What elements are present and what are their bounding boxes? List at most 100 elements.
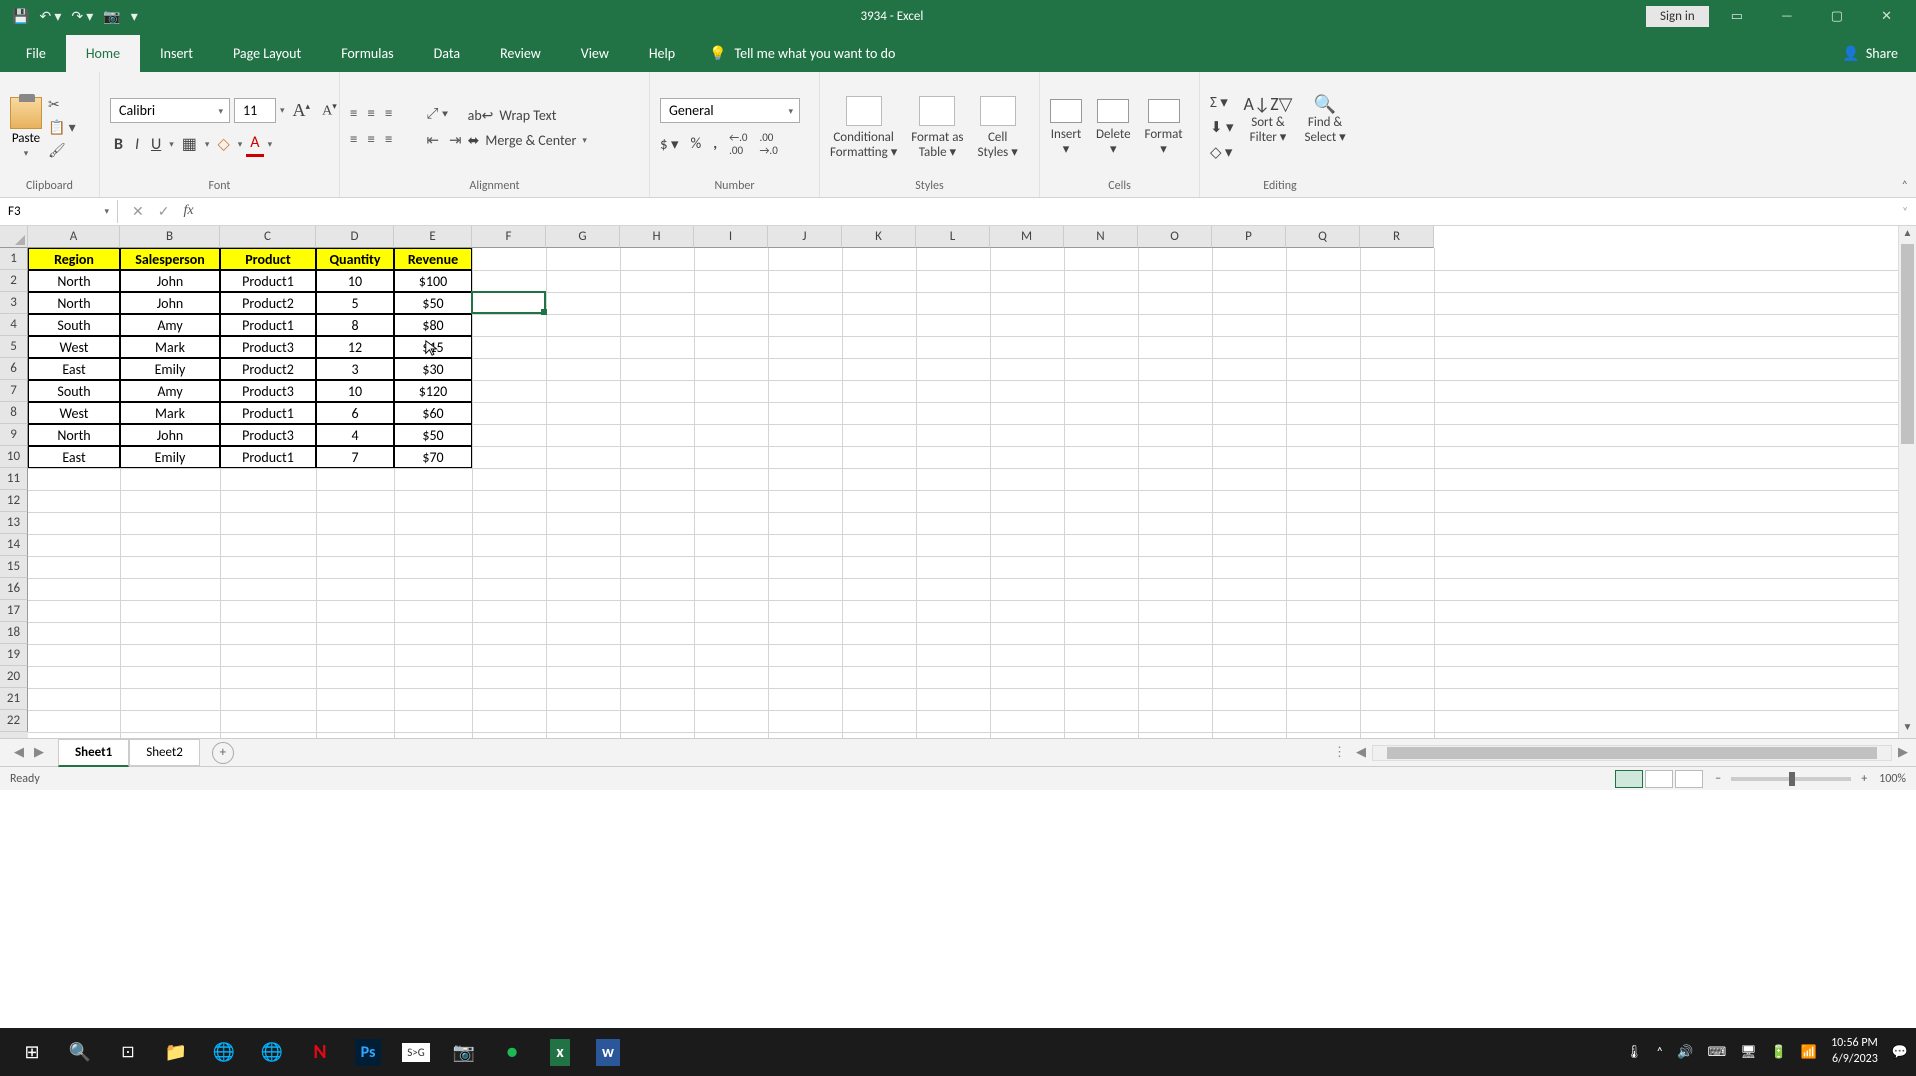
data-cell[interactable]: 3: [316, 358, 394, 380]
search-icon[interactable]: 🔍: [56, 1028, 104, 1076]
tab-home[interactable]: Home: [66, 35, 140, 72]
insert-function-icon[interactable]: fx: [183, 203, 193, 220]
row-header-12[interactable]: 12: [0, 490, 28, 512]
data-cell[interactable]: 10: [316, 270, 394, 292]
battery-tray-icon[interactable]: 🔋: [1771, 1045, 1787, 1060]
data-cell[interactable]: $50: [394, 292, 472, 314]
chrome-icon-2[interactable]: 🌐: [248, 1028, 296, 1076]
row-header-10[interactable]: 10: [0, 446, 28, 468]
font-size-dropdown-icon[interactable]: ▾: [280, 105, 285, 116]
font-size-combo[interactable]: 11: [234, 98, 276, 123]
weather-tray-icon[interactable]: 🌡: [1626, 1045, 1643, 1060]
wrap-text-button[interactable]: ab↩Wrap Text: [468, 107, 587, 124]
header-cell[interactable]: Quantity: [316, 248, 394, 270]
column-header-Q[interactable]: Q: [1286, 226, 1360, 248]
data-cell[interactable]: North: [28, 292, 120, 314]
column-header-G[interactable]: G: [546, 226, 620, 248]
data-cell[interactable]: $60: [394, 402, 472, 424]
column-header-R[interactable]: R: [1360, 226, 1434, 248]
increase-decimal-icon[interactable]: ←.0.00: [729, 131, 747, 157]
row-header-4[interactable]: 4: [0, 314, 28, 336]
header-cell[interactable]: Region: [28, 248, 120, 270]
volume-tray-icon[interactable]: 🔊: [1677, 1045, 1693, 1060]
data-cell[interactable]: Product2: [220, 358, 316, 380]
language-tray-icon[interactable]: ⌨: [1707, 1045, 1726, 1060]
zoom-slider[interactable]: [1731, 777, 1851, 781]
undo-icon[interactable]: ↶ ▾: [39, 8, 61, 25]
name-box-dropdown-icon[interactable]: ▾: [104, 206, 109, 217]
data-cell[interactable]: John: [120, 424, 220, 446]
data-cell[interactable]: $100: [394, 270, 472, 292]
redo-icon[interactable]: ↷ ▾: [71, 8, 93, 25]
scroll-right-icon[interactable]: ▶: [1898, 745, 1908, 760]
font-color-icon[interactable]: A: [246, 131, 263, 157]
data-cell[interactable]: Emily: [120, 446, 220, 468]
fill-color-icon[interactable]: ◇: [213, 132, 233, 156]
spotify-icon[interactable]: ●: [488, 1028, 536, 1076]
tab-file[interactable]: File: [6, 35, 66, 72]
find-select-button[interactable]: 🔍 Find & Select ▾: [1304, 93, 1345, 162]
data-cell[interactable]: $120: [394, 380, 472, 402]
cut-icon[interactable]: ✂: [48, 96, 76, 113]
column-header-C[interactable]: C: [220, 226, 316, 248]
increase-font-icon[interactable]: A▴: [289, 98, 315, 123]
data-cell[interactable]: Product1: [220, 446, 316, 468]
horizontal-scrollbar[interactable]: [1372, 745, 1892, 761]
data-cell[interactable]: Emily: [120, 358, 220, 380]
zoom-out-icon[interactable]: −: [1715, 772, 1721, 786]
tab-formulas[interactable]: Formulas: [321, 35, 413, 72]
column-header-M[interactable]: M: [990, 226, 1064, 248]
align-bottom-icon[interactable]: ≡: [385, 105, 392, 123]
align-top-icon[interactable]: ≡: [350, 105, 357, 123]
row-header-1[interactable]: 1: [0, 248, 28, 270]
data-cell[interactable]: South: [28, 380, 120, 402]
data-cell[interactable]: John: [120, 292, 220, 314]
copy-icon[interactable]: 📋 ▾: [48, 119, 76, 136]
scroll-left-icon[interactable]: ◀: [1356, 745, 1366, 760]
insert-cells-button[interactable]: Insert▾: [1050, 99, 1082, 157]
cell-styles-button[interactable]: Cell Styles ▾: [978, 96, 1018, 160]
tab-data[interactable]: Data: [414, 35, 480, 72]
font-name-combo[interactable]: Calibri▾: [110, 98, 230, 123]
chrome-icon[interactable]: 🌐: [200, 1028, 248, 1076]
photoshop-icon[interactable]: Ps: [344, 1028, 392, 1076]
cells-area[interactable]: RegionSalespersonProductQuantityRevenueN…: [28, 248, 1898, 738]
merge-center-button[interactable]: ⬌Merge & Center ▾: [468, 132, 587, 149]
page-layout-view-icon[interactable]: [1645, 770, 1673, 788]
tray-overflow-icon[interactable]: ˄: [1656, 1045, 1663, 1060]
action-center-icon[interactable]: 💬: [1892, 1045, 1908, 1060]
underline-button[interactable]: U: [147, 133, 165, 156]
row-header-14[interactable]: 14: [0, 534, 28, 556]
tray-clock[interactable]: 10:56 PM 6/9/2023: [1831, 1036, 1878, 1067]
minimize-icon[interactable]: —: [1765, 3, 1809, 30]
expand-formula-bar-icon[interactable]: ˅: [1894, 205, 1916, 218]
row-header-9[interactable]: 9: [0, 424, 28, 446]
wifi-tray-icon[interactable]: 📶: [1801, 1045, 1817, 1060]
row-header-21[interactable]: 21: [0, 688, 28, 710]
autosum-icon[interactable]: Σ ▾: [1210, 93, 1234, 112]
sheet-tab-1[interactable]: Sheet1: [58, 739, 129, 767]
data-cell[interactable]: John: [120, 270, 220, 292]
task-view-icon[interactable]: ⊡: [104, 1028, 152, 1076]
column-header-O[interactable]: O: [1138, 226, 1212, 248]
row-header-7[interactable]: 7: [0, 380, 28, 402]
data-cell[interactable]: North: [28, 270, 120, 292]
maximize-icon[interactable]: ▢: [1815, 3, 1859, 30]
screen-to-gif-icon[interactable]: S>G: [392, 1028, 440, 1076]
data-cell[interactable]: South: [28, 314, 120, 336]
data-cell[interactable]: Product2: [220, 292, 316, 314]
row-header-17[interactable]: 17: [0, 600, 28, 622]
row-header-13[interactable]: 13: [0, 512, 28, 534]
row-header-16[interactable]: 16: [0, 578, 28, 600]
comma-format-icon[interactable]: ,: [713, 135, 717, 153]
delete-cells-button[interactable]: Delete▾: [1096, 99, 1131, 157]
borders-icon[interactable]: ▦: [178, 132, 201, 156]
scroll-up-icon[interactable]: ▲: [1899, 226, 1916, 244]
sheet-nav-next-icon[interactable]: ▶: [34, 745, 44, 760]
file-explorer-icon[interactable]: 📁: [152, 1028, 200, 1076]
row-header-2[interactable]: 2: [0, 270, 28, 292]
data-cell[interactable]: West: [28, 336, 120, 358]
data-cell[interactable]: Product1: [220, 314, 316, 336]
data-cell[interactable]: East: [28, 446, 120, 468]
data-cell[interactable]: $15: [394, 336, 472, 358]
